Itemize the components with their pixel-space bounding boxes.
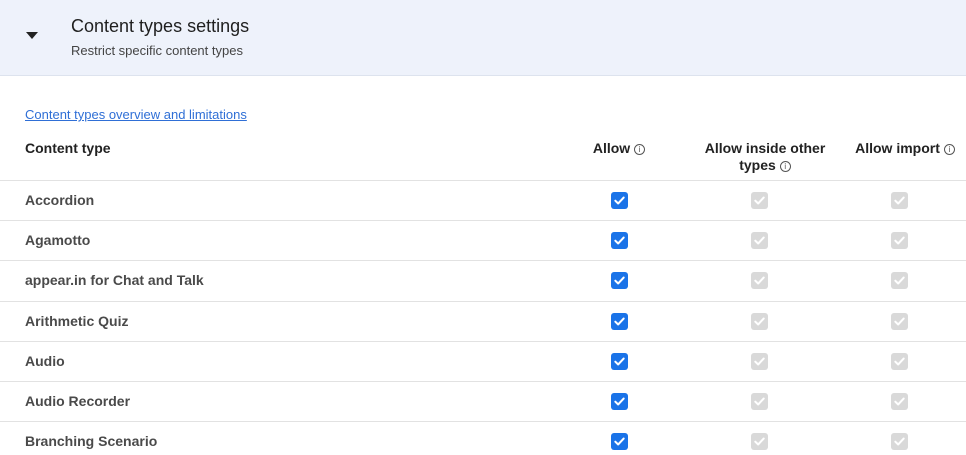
import-checkbox — [891, 433, 908, 451]
content-type-label: Agamotto — [25, 232, 91, 249]
import-checkbox — [891, 312, 908, 330]
info-icon[interactable]: i — [634, 144, 646, 155]
table-row: Audio Recorder — [0, 380, 966, 421]
table-row: Audio — [0, 340, 966, 381]
content-type-label: Arithmetic Quiz — [25, 312, 129, 329]
content-type-label: Audio — [25, 352, 65, 369]
table-row: Arithmetic Quiz — [0, 300, 966, 341]
table-row: Branching Scenario — [0, 421, 966, 455]
content-type-label: appear.in for Chat and Talk — [25, 272, 204, 289]
content-type-label: Accordion — [25, 192, 95, 208]
table-row: appear.in for Chat and Talk — [0, 260, 966, 300]
allow-checkbox[interactable] — [611, 192, 628, 209]
inside-checkbox — [751, 392, 768, 410]
info-icon[interactable]: i — [943, 144, 955, 155]
allow-checkbox[interactable] — [611, 433, 628, 451]
allow-checkbox[interactable] — [611, 312, 628, 330]
column-header-allow-import: Allow import i — [850, 140, 960, 156]
allow-checkbox[interactable] — [611, 392, 628, 410]
import-checkbox — [891, 272, 908, 290]
inside-checkbox — [751, 312, 768, 330]
import-checkbox — [891, 352, 908, 370]
section-header[interactable]: Content types settings Restrict specific… — [0, 0, 966, 76]
content-type-label: Branching Scenario — [25, 433, 158, 450]
content-types-table: Accordion Agamotto appear.in for Chat and … — [0, 180, 966, 455]
inside-checkbox — [751, 433, 768, 451]
inside-checkbox — [751, 352, 768, 370]
import-checkbox — [891, 392, 908, 410]
allow-checkbox[interactable] — [611, 232, 628, 250]
import-checkbox — [891, 192, 908, 209]
content-type-label: Audio Recorder — [25, 392, 131, 409]
table-row: Accordion — [0, 180, 966, 220]
column-header-allow-import-label: Allow import — [855, 140, 940, 156]
content-types-overview-link[interactable]: Content types overview and limitations — [25, 107, 247, 122]
inside-checkbox — [751, 192, 768, 209]
table-row: Agamotto — [0, 220, 966, 260]
section-title: Content types settings — [71, 16, 250, 36]
column-header-allow-label: Allow — [592, 140, 631, 156]
inside-checkbox — [751, 232, 768, 250]
section-subtitle: Restrict specific content types — [71, 43, 243, 58]
import-checkbox — [891, 232, 908, 250]
collapse-caret-icon[interactable] — [26, 32, 38, 39]
column-header-content-type: Content type — [25, 140, 111, 156]
allow-checkbox[interactable] — [611, 352, 628, 370]
column-header-allow-inside-label: Allow inside other types — [704, 140, 826, 173]
column-header-allow: Allow i — [580, 140, 658, 156]
allow-checkbox[interactable] — [611, 272, 628, 290]
column-header-allow-inside: Allow inside other types i — [700, 140, 830, 174]
info-icon[interactable]: i — [779, 161, 791, 172]
inside-checkbox — [751, 272, 768, 290]
